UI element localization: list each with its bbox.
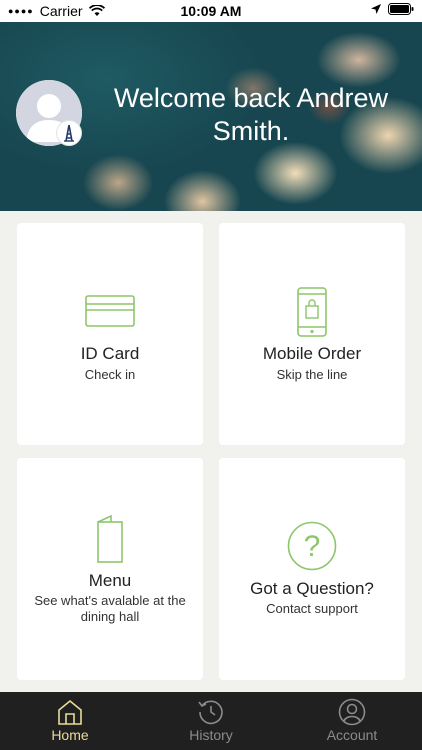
location-arrow-icon <box>371 4 381 14</box>
history-icon <box>198 700 223 725</box>
card-id-card[interactable]: ID Card Check in <box>17 223 203 445</box>
tab-label: Home <box>51 727 89 743</box>
card-subtitle: Check in <box>84 367 136 382</box>
card-mobile-order[interactable]: Mobile Order Skip the line <box>219 223 405 445</box>
tab-history[interactable]: History <box>141 692 281 750</box>
card-menu[interactable]: Menu See what's avalable at the dining h… <box>17 458 203 680</box>
status-time: 10:09 AM <box>180 3 242 19</box>
question-circle-icon: ? <box>287 521 337 571</box>
tab-label: History <box>189 727 233 743</box>
welcome-message: Welcome back Andrew Smith. <box>113 83 389 146</box>
card-subtitle: Skip the line <box>276 367 348 382</box>
menu-icon <box>97 514 123 563</box>
card-subtitle: Contact support <box>266 601 358 616</box>
account-icon <box>338 698 366 726</box>
tab-label: Account <box>326 727 378 743</box>
tab-account[interactable]: Account <box>282 692 422 750</box>
battery-icon <box>388 3 414 15</box>
status-bar: ●●●● Carrier 10:09 AM <box>0 0 422 22</box>
tab-bar: Home History Account <box>0 692 422 750</box>
header-banner: Welcome back Andrew Smith. <box>0 22 422 211</box>
tab-home[interactable]: Home <box>0 692 140 750</box>
card-subtitle: See what's avalable at the dining hall <box>34 593 186 624</box>
avatar-badge <box>56 120 82 146</box>
home-icon <box>58 699 82 725</box>
status-right <box>370 3 414 15</box>
card-title: ID Card <box>80 344 140 363</box>
svg-text:?: ? <box>304 530 321 563</box>
card-title: Got a Question? <box>250 579 374 598</box>
card-title: Mobile Order <box>262 344 362 363</box>
mobile-bag-icon <box>297 287 327 337</box>
card-title: Menu <box>88 571 132 590</box>
id-card-icon <box>85 295 135 327</box>
tower-logo-icon <box>64 124 74 142</box>
card-support[interactable]: ? Got a Question? Contact support <box>219 458 405 680</box>
